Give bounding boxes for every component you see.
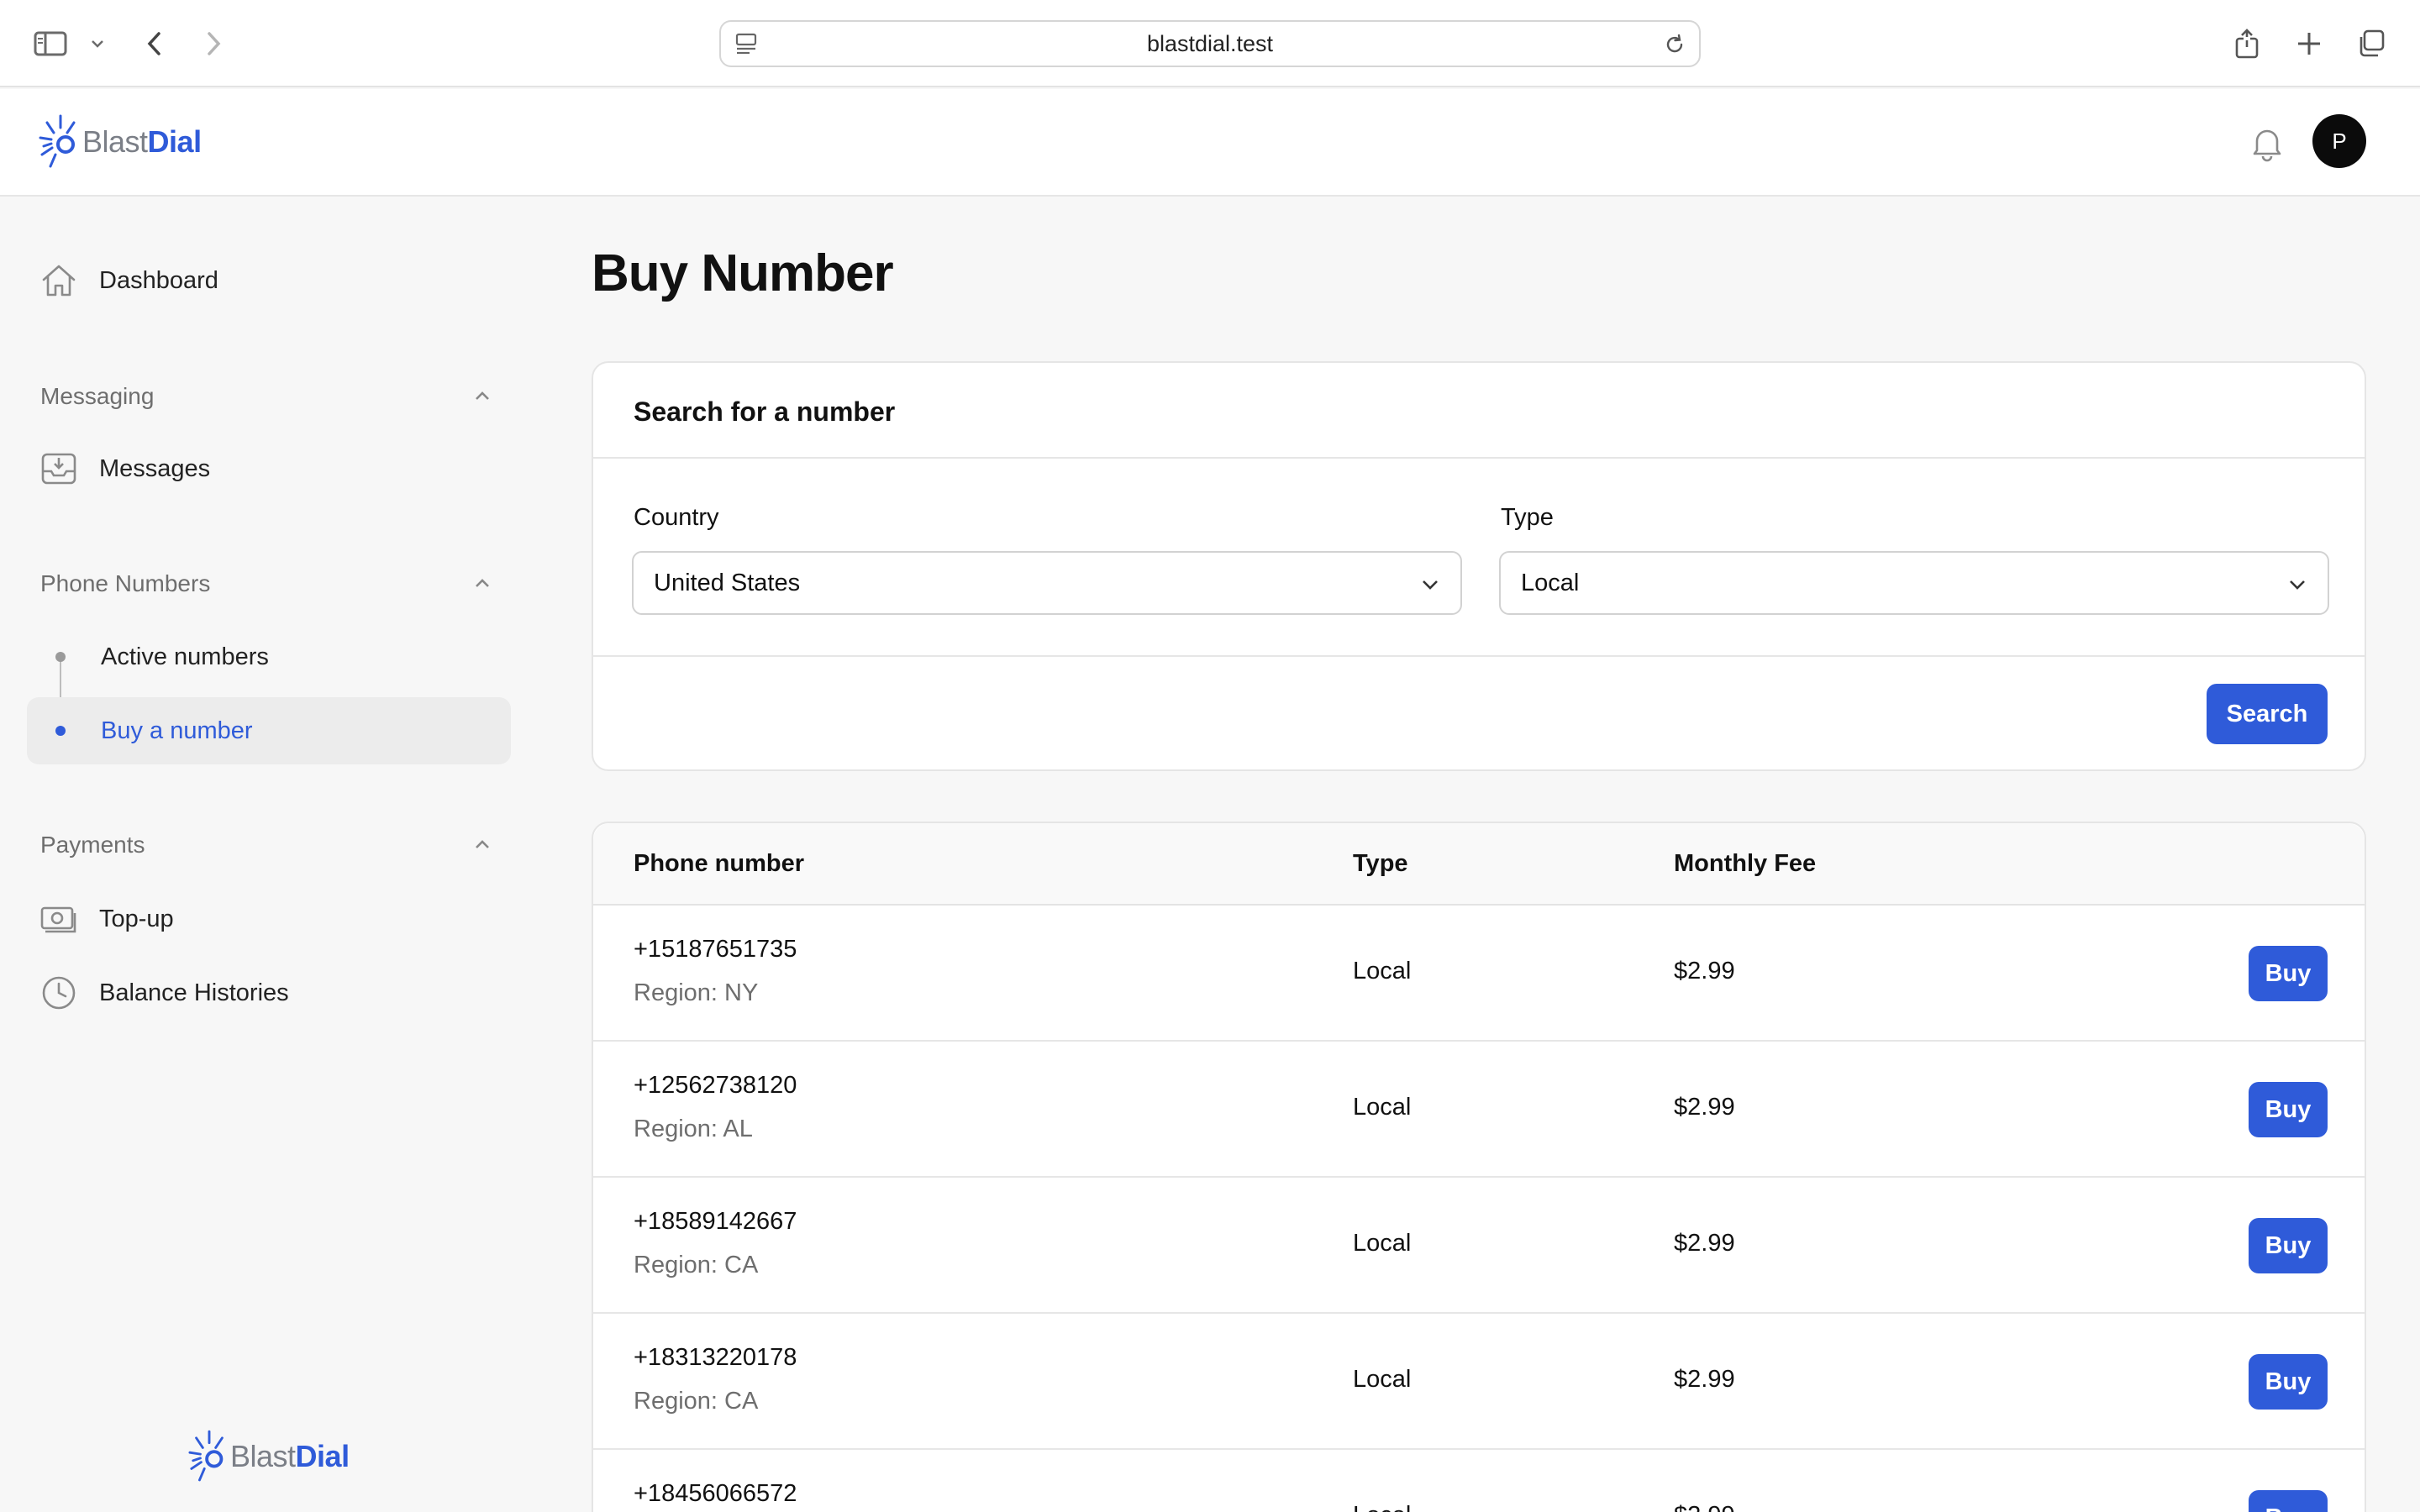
region: Region: CA — [634, 1252, 759, 1278]
home-icon — [39, 260, 79, 301]
country-select[interactable]: United States — [632, 551, 1462, 615]
column-header-monthly-fee: Monthly Fee — [1674, 850, 1817, 877]
sidebar-item-label: Messages — [99, 454, 211, 482]
divider — [593, 457, 2365, 459]
monthly-fee: $2.99 — [1674, 1094, 1735, 1121]
country-label: Country — [634, 504, 719, 531]
logo-burst-icon — [39, 114, 76, 168]
table-header: Phone number Type Monthly Fee — [593, 823, 2365, 906]
divider — [593, 655, 2365, 657]
logo-text-dial: Dial — [295, 1439, 350, 1473]
header-logo[interactable]: Blast Dial — [39, 113, 202, 171]
table-row: +15187651735 Region: NY Local $2.99 Buy — [593, 906, 2365, 1042]
section-label: Payments — [40, 832, 145, 858]
sidebar-item-active-numbers[interactable]: Active numbers — [27, 623, 511, 690]
phone-number: +18313220178 — [634, 1344, 797, 1371]
type-label: Type — [1501, 504, 1554, 531]
page-title: Buy Number — [592, 244, 894, 302]
number-type: Local — [1353, 958, 1412, 984]
url-text: blastdial.test — [1146, 30, 1274, 56]
inbox-icon — [39, 449, 79, 489]
section-label: Phone Numbers — [40, 570, 211, 596]
table-row: +18589142667 Region: CA Local $2.99 Buy — [593, 1178, 2365, 1314]
sidebar-item-dashboard[interactable]: Dashboard — [27, 249, 511, 312]
app-header: Blast Dial P — [0, 89, 2420, 197]
table-row: +18313220178 Region: CA Local $2.99 Buy — [593, 1314, 2365, 1450]
search-button[interactable]: Search — [2207, 684, 2328, 744]
user-avatar[interactable]: P — [2312, 114, 2366, 168]
sidebar-item-top-up[interactable]: Top-up — [27, 887, 511, 951]
sidebar-item-label: Balance Histories — [99, 979, 289, 1006]
logo-burst-icon — [188, 1430, 224, 1482]
banknote-icon — [39, 899, 79, 939]
country-select-value: United States — [654, 569, 801, 596]
search-card-title: Search for a number — [634, 396, 896, 427]
region: Region: NY — [634, 979, 759, 1006]
sidebar-item-buy-a-number[interactable]: Buy a number — [27, 697, 511, 764]
monthly-fee: $2.99 — [1674, 1366, 1735, 1393]
sidebar-item-label: Active numbers — [101, 643, 269, 670]
sidebar-item-balance-histories[interactable]: Balance Histories — [27, 961, 511, 1025]
address-bar[interactable]: blastdial.test — [719, 20, 1701, 67]
monthly-fee: $2.99 — [1674, 958, 1735, 984]
buy-button[interactable]: Buy — [2249, 1354, 2328, 1410]
table-row: +18456066572 Local $2.99 Buy — [593, 1450, 2365, 1512]
buy-button[interactable]: Buy — [2249, 1082, 2328, 1137]
monthly-fee: $2.99 — [1674, 1502, 1735, 1512]
phone-number: +18589142667 — [634, 1208, 797, 1235]
number-type: Local — [1353, 1366, 1412, 1393]
section-label: Messaging — [40, 383, 155, 409]
phone-number: +12562738120 — [634, 1072, 797, 1099]
chevron-up-icon — [476, 840, 489, 848]
share-icon[interactable] — [2228, 25, 2265, 62]
logo-text-dial: Dial — [147, 124, 203, 159]
tree-dot — [55, 726, 66, 736]
chevron-down-icon — [2290, 580, 2305, 590]
number-type: Local — [1353, 1094, 1412, 1121]
logo-text-blast: Blast — [82, 124, 148, 159]
column-header-phone-number: Phone number — [634, 850, 805, 877]
search-card: Search for a number Country United State… — [592, 361, 2366, 771]
notifications-bell-icon[interactable] — [2247, 123, 2287, 163]
buy-button[interactable]: Buy — [2249, 946, 2328, 1001]
results-table: Phone number Type Monthly Fee +151876517… — [592, 822, 2366, 1512]
section-phone-numbers[interactable]: Phone Numbers — [40, 565, 494, 602]
type-select-value: Local — [1521, 569, 1580, 596]
tab-overview-icon[interactable] — [2353, 25, 2390, 62]
sidebar-item-label: Top-up — [99, 905, 174, 932]
type-select[interactable]: Local — [1499, 551, 2329, 615]
sidebar-footer-logo: Blast Dial — [188, 1428, 350, 1485]
chevron-down-icon — [1423, 580, 1438, 590]
column-header-type: Type — [1353, 850, 1408, 877]
number-type: Local — [1353, 1230, 1412, 1257]
phone-number: +18456066572 — [634, 1480, 797, 1507]
tree-dot — [55, 652, 66, 662]
sidebar-toggle-icon[interactable] — [32, 25, 69, 62]
section-payments[interactable]: Payments — [40, 827, 494, 864]
forward-icon[interactable] — [195, 25, 232, 62]
clock-icon — [39, 973, 79, 1013]
sidebar-item-label: Dashboard — [99, 266, 218, 294]
sidebar-item-label: Buy a number — [101, 717, 253, 744]
buy-button[interactable]: Buy — [2249, 1490, 2328, 1512]
region: Region: CA — [634, 1388, 759, 1415]
chevron-up-icon — [476, 579, 489, 587]
sidebar: Dashboard Messaging Messages Phone Numbe… — [0, 198, 538, 1512]
chevron-up-icon — [476, 391, 489, 400]
phone-number: +15187651735 — [634, 936, 797, 963]
site-info-icon[interactable] — [734, 32, 758, 61]
reload-icon[interactable] — [1662, 32, 1687, 61]
table-row: +12562738120 Region: AL Local $2.99 Buy — [593, 1042, 2365, 1178]
logo-text-blast: Blast — [230, 1439, 296, 1473]
new-tab-icon[interactable] — [2291, 25, 2328, 62]
section-messaging[interactable]: Messaging — [40, 378, 494, 415]
chevron-down-icon[interactable] — [79, 25, 116, 62]
buy-button[interactable]: Buy — [2249, 1218, 2328, 1273]
back-icon[interactable] — [136, 25, 173, 62]
sidebar-item-messages[interactable]: Messages — [27, 437, 511, 501]
monthly-fee: $2.99 — [1674, 1230, 1735, 1257]
number-type: Local — [1353, 1502, 1411, 1512]
region: Region: AL — [634, 1116, 753, 1142]
browser-toolbar: blastdial.test — [0, 0, 2420, 87]
